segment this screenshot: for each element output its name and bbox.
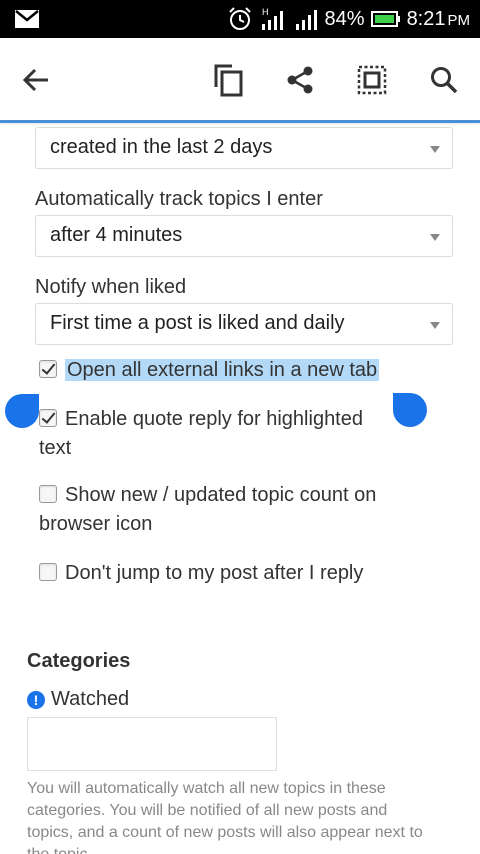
watched-categories-input[interactable]	[27, 717, 277, 771]
watched-label-row: ! Watched	[27, 688, 129, 711]
track-topics-select[interactable]: after 4 minutes	[35, 215, 453, 257]
topic-count-option: Show new / updated topic count on browse…	[39, 481, 419, 539]
toolbar	[0, 38, 480, 123]
dont-jump-checkbox[interactable]	[39, 563, 57, 581]
clock-ampm: PM	[447, 11, 471, 29]
watched-label: Watched	[51, 688, 130, 710]
dont-jump-option: Don't jump to my post after I reply	[39, 559, 419, 588]
share-icon	[287, 66, 313, 94]
topic-count-checkbox[interactable]	[39, 485, 57, 503]
copy-button[interactable]	[210, 62, 246, 98]
select-all-icon	[357, 65, 387, 95]
new-topics-select[interactable]: created in the last 2 days	[35, 127, 453, 169]
preferences-content: created in the last 2 days Automatically…	[0, 123, 480, 854]
chevron-down-icon	[430, 234, 440, 241]
quote-reply-label: Enable quote reply for highlighted text	[39, 408, 363, 459]
quote-reply-option: Enable quote reply for highlighted text	[39, 405, 399, 463]
track-topics-select-value: after 4 minutes	[50, 224, 183, 246]
share-button[interactable]	[282, 62, 318, 98]
notify-liked-label: Notify when liked	[35, 276, 187, 298]
back-button[interactable]	[18, 62, 54, 98]
arrow-left-icon	[22, 68, 48, 92]
copy-icon	[214, 64, 243, 97]
topic-count-label: Show new / updated topic count on browse…	[39, 484, 377, 535]
select-all-button[interactable]	[354, 62, 390, 98]
external-links-label: Open all external links in a new tab	[65, 359, 380, 381]
new-topics-select-value: created in the last 2 days	[50, 136, 273, 158]
mail-icon	[15, 10, 39, 28]
search-button[interactable]	[426, 62, 462, 98]
battery-icon	[370, 11, 400, 27]
notify-liked-select[interactable]: First time a post is liked and daily	[35, 303, 453, 345]
clock-time: 8:21	[406, 7, 446, 30]
signal-h-icon: H	[261, 7, 283, 30]
svg-text:H: H	[262, 7, 269, 17]
external-links-option: Open all external links in a new tab	[39, 356, 419, 385]
selection-handle-left[interactable]	[5, 394, 39, 428]
info-icon: !	[27, 690, 45, 709]
chevron-down-icon	[430, 322, 440, 329]
watched-help-text: You will automatically watch all new top…	[27, 780, 423, 854]
categories-heading: Categories	[27, 650, 131, 672]
signal-icon	[295, 10, 317, 30]
search-icon	[431, 67, 458, 94]
status-bar: H 84% 8:21 PM	[0, 0, 480, 38]
selection-handle-right[interactable]	[393, 393, 427, 427]
chevron-down-icon	[430, 146, 440, 153]
notify-liked-select-value: First time a post is liked and daily	[50, 312, 345, 334]
alarm-icon	[228, 7, 251, 30]
track-topics-label: Automatically track topics I enter	[35, 188, 323, 210]
external-links-checkbox[interactable]	[39, 360, 57, 378]
dont-jump-label: Don't jump to my post after I reply	[65, 562, 364, 584]
clock: 8:21 PM	[407, 8, 470, 31]
quote-reply-checkbox[interactable]	[39, 409, 57, 427]
battery-percent: 84%	[324, 7, 365, 30]
